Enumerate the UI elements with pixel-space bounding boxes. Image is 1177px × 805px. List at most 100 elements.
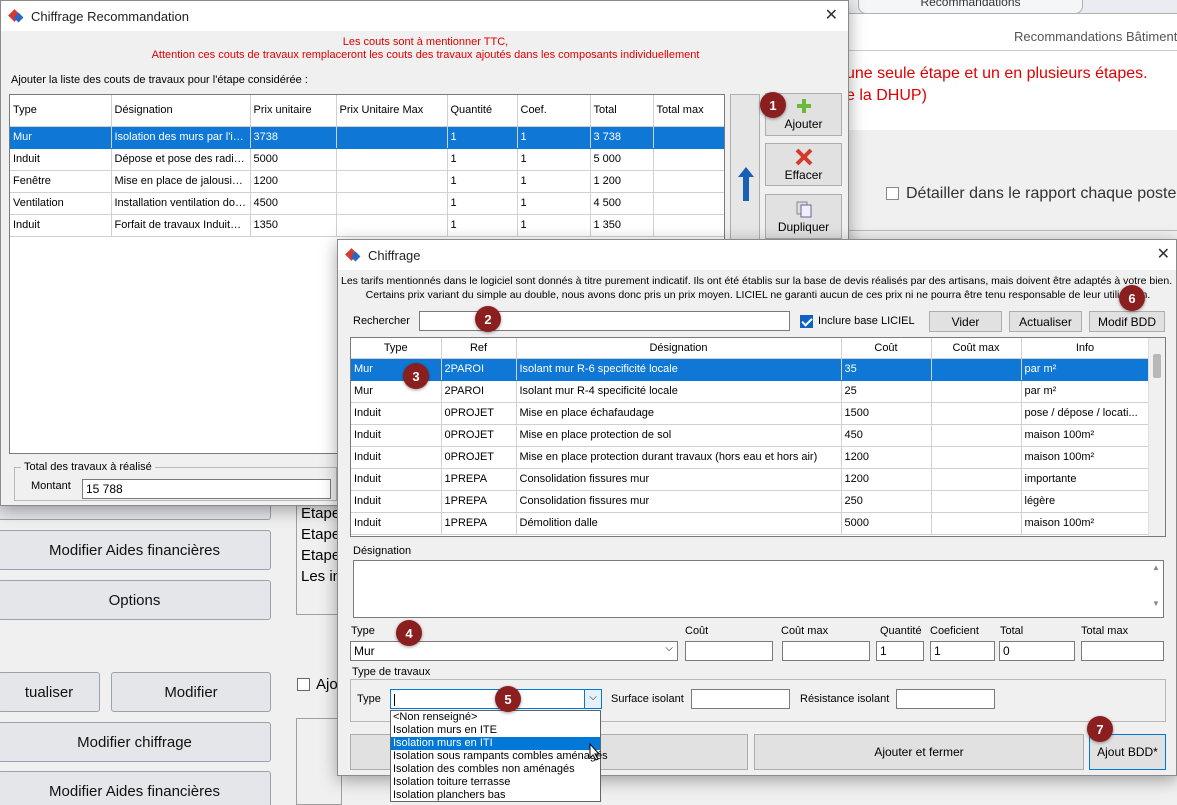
- designation-textarea[interactable]: ▲ ▼: [353, 560, 1164, 618]
- table-row[interactable]: Ventilation Installation ventilation dou.…: [10, 192, 724, 215]
- options-button[interactable]: Options: [0, 580, 271, 620]
- grid-scrollbar[interactable]: [1148, 338, 1165, 536]
- column-header[interactable]: Type: [351, 338, 442, 359]
- modifier-aides-button[interactable]: Modifier Aides financières: [0, 530, 271, 570]
- column-header[interactable]: Quantité: [447, 95, 518, 127]
- actualiser-button[interactable]: Actualiser: [1009, 311, 1082, 332]
- montant-field[interactable]: 15 788: [82, 479, 331, 499]
- column-header[interactable]: Désignation: [111, 95, 251, 127]
- dropdown-option[interactable]: Isolation planchers bas: [391, 789, 600, 802]
- table-cell: [336, 126, 448, 149]
- column-header[interactable]: Coût max: [931, 338, 1022, 359]
- table-cell: Démolition dalle: [516, 512, 842, 535]
- column-header[interactable]: Type: [10, 95, 112, 127]
- table-cell: 1 350: [590, 214, 654, 237]
- total-max-field[interactable]: [1081, 641, 1164, 661]
- actualiser-button[interactable]: tualiser: [0, 672, 100, 712]
- tab-recommandations[interactable]: Recommandations: [858, 0, 1083, 14]
- dropdown-option[interactable]: Isolation toiture terrasse: [391, 776, 600, 789]
- table-row[interactable]: Induit 0PROJET Mise en place protection du…: [351, 446, 1150, 469]
- inclure-base-label: Inclure base LICIEL: [818, 315, 915, 327]
- table-row[interactable]: Mur 2PAROI Isolant mur R-6 specificité loc…: [351, 358, 1150, 381]
- table-row[interactable]: Mur Isolation des murs par l'int... 3738 1 1…: [10, 126, 724, 149]
- type-travaux-label: Type de travaux: [352, 666, 431, 678]
- column-header[interactable]: Prix unitaire: [250, 95, 337, 127]
- table-row[interactable]: Fenêtre Mise en place de jalousie... 1200 1…: [10, 170, 724, 193]
- table-row[interactable]: Induit Dépose et pose des radia... 5000 1 1 5…: [10, 148, 724, 171]
- close-icon[interactable]: ✕: [1157, 244, 1170, 264]
- dropdown-option[interactable]: Isolation sous rampants combles aménagés: [391, 750, 608, 763]
- table-cell: [653, 214, 724, 237]
- ajouter-fermer-button[interactable]: Ajouter et fermer: [754, 734, 1084, 770]
- cout-max-field[interactable]: [782, 641, 870, 661]
- move-up-bar[interactable]: [730, 94, 760, 244]
- table-cell: 5000: [250, 148, 337, 171]
- table-row[interactable]: Induit 0PROJET Mise en place protection de…: [351, 424, 1150, 447]
- column-header[interactable]: Info: [1021, 338, 1150, 359]
- type-label: Type: [351, 625, 375, 637]
- bg-tab-strip: Recommandations: [848, 0, 1177, 14]
- table-row[interactable]: Mur 2PAROI Isolant mur R-4 specificité loc…: [351, 380, 1150, 403]
- surface-isolant-field[interactable]: [691, 689, 790, 709]
- resistance-isolant-label: Résistance isolant: [800, 693, 890, 705]
- table-row[interactable]: Induit 0PROJET Mise en place échafaudage 15…: [351, 402, 1150, 425]
- table-row[interactable]: Induit 1PREPA Démolition dalle 5000 maison 1…: [351, 512, 1150, 535]
- scroll-thumb[interactable]: [1153, 354, 1161, 378]
- column-header[interactable]: Désignation: [516, 338, 842, 359]
- app-logo-icon: [346, 247, 362, 263]
- table-cell: [931, 512, 1022, 535]
- quantite-field[interactable]: 1: [876, 641, 924, 661]
- column-header[interactable]: Coût: [841, 338, 932, 359]
- type-travaux-dropdown-list[interactable]: <Non renseigné> Isolation murs en ITE Isol…: [390, 710, 608, 802]
- resistance-isolant-field[interactable]: [896, 689, 995, 709]
- table-cell: 1PREPA: [441, 512, 517, 535]
- modif-bdd-button[interactable]: Modif BDD: [1089, 311, 1165, 332]
- cout-field[interactable]: [685, 641, 773, 661]
- effacer-button[interactable]: Effacer: [765, 143, 842, 186]
- dropdown-option[interactable]: Isolation des combles non aménagés: [391, 763, 600, 776]
- table-cell: Induit: [351, 490, 442, 513]
- table-cell: 0PROJET: [441, 424, 517, 447]
- table-row[interactable]: Induit Forfait de travaux Induits ... 1350…: [10, 214, 724, 237]
- total-label: Total: [1000, 625, 1024, 637]
- arrow-up-icon: [738, 167, 754, 201]
- warning-line-2: Attention ces couts de travaux remplacer…: [151, 49, 700, 61]
- modifier-chiffrage-button[interactable]: Modifier chiffrage: [0, 722, 271, 762]
- table-cell: Induit: [10, 214, 112, 237]
- dropdown-option[interactable]: <Non renseigné>: [391, 711, 600, 724]
- modifier-button[interactable]: Modifier: [111, 672, 271, 712]
- dropdown-option[interactable]: Isolation murs en ITE: [391, 724, 600, 737]
- close-icon[interactable]: ✕: [825, 5, 838, 25]
- step-badge-4: 4: [396, 620, 422, 646]
- column-header[interactable]: Ref: [441, 338, 517, 359]
- column-header[interactable]: Coef.: [517, 95, 591, 127]
- surface-isolant-label: Surface isolant: [611, 693, 684, 705]
- column-header[interactable]: Prix Unitaire Max: [336, 95, 448, 127]
- modifier-aides-button-2[interactable]: Modifier Aides financières: [0, 771, 271, 805]
- ajo-checkbox[interactable]: [297, 678, 310, 691]
- column-header[interactable]: Total max: [653, 95, 724, 127]
- table-cell: [653, 192, 724, 215]
- column-header[interactable]: Total: [590, 95, 654, 127]
- table-cell: 1200: [250, 170, 337, 193]
- dupliquer-button[interactable]: Dupliquer: [765, 194, 842, 239]
- textarea-scroll[interactable]: ▲ ▼: [1150, 563, 1162, 615]
- total-field[interactable]: 0: [999, 641, 1075, 661]
- bg-lower-panel: [296, 718, 342, 805]
- coeficient-field[interactable]: 1: [930, 641, 995, 661]
- detailler-checkbox[interactable]: [886, 187, 899, 200]
- dropdown-option[interactable]: Isolation murs en ITI: [391, 737, 600, 750]
- table-cell: 0PROJET: [441, 446, 517, 469]
- table-cell: 1: [517, 126, 591, 149]
- table-row[interactable]: Induit 1PREPA Consolidation fissures mur 12…: [351, 468, 1150, 491]
- table-cell: [336, 192, 448, 215]
- app-logo-icon: [9, 8, 25, 24]
- ajo-label: Ajo: [316, 676, 338, 693]
- table-cell: Induit: [351, 446, 442, 469]
- chevron-down-icon[interactable]: ⌵: [584, 690, 601, 708]
- table-row[interactable]: Induit 1PREPA Consolidation fissures mur 25…: [351, 490, 1150, 513]
- inclure-base-checkbox[interactable]: [800, 315, 813, 328]
- type-select[interactable]: Mur ⌵: [350, 641, 678, 661]
- vider-button[interactable]: Vider: [929, 311, 1002, 332]
- table-cell: [931, 358, 1022, 381]
